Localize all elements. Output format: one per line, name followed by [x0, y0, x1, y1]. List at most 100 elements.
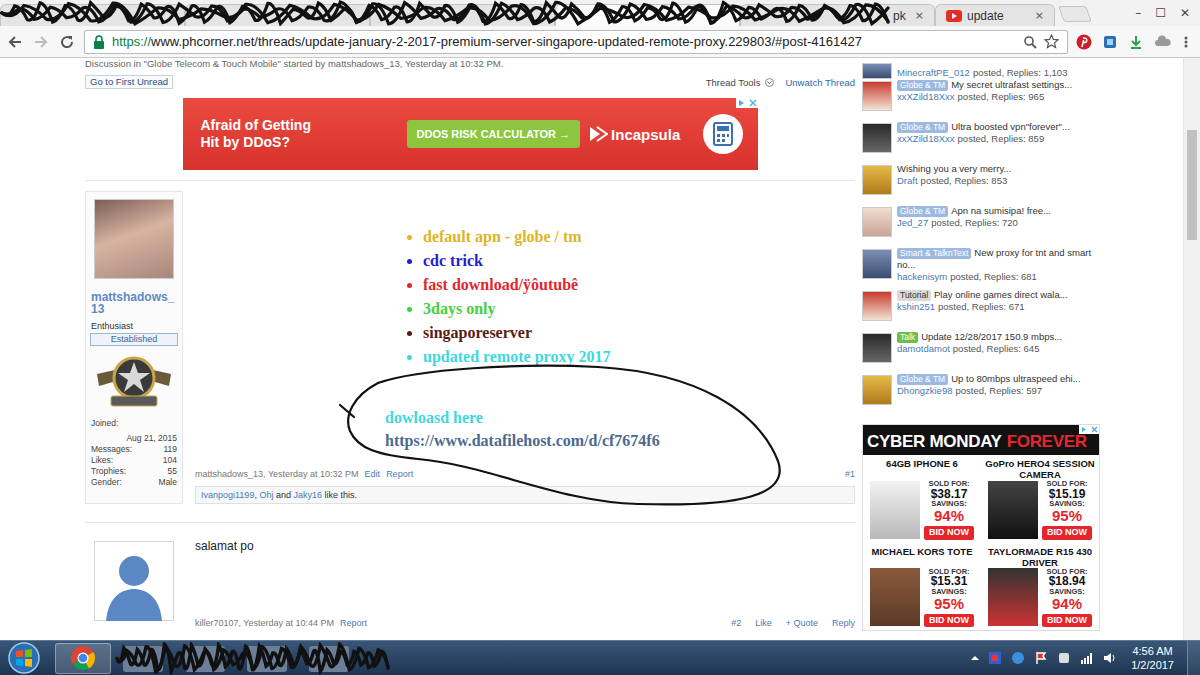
action-center-flag-icon[interactable]: [1033, 650, 1049, 666]
show-hidden-icons-icon[interactable]: [970, 653, 980, 663]
thread-title[interactable]: Wishing you a very merry...: [897, 163, 1100, 175]
unwatch-thread-link[interactable]: Unwatch Thread: [785, 77, 855, 88]
thread-author[interactable]: damotdamot: [897, 343, 950, 354]
thread-title[interactable]: Globe & TMUp to 80mbps ultraspeed ehi...: [897, 373, 1100, 385]
thread-item[interactable]: TutorialPlay online games direct wala...…: [862, 289, 1100, 331]
download-link[interactable]: https://www.datafilehost.com/d/cf7674f6: [385, 429, 660, 452]
post-number[interactable]: #2: [731, 617, 741, 629]
thread-title[interactable]: TutorialPlay online games direct wala...: [897, 289, 1100, 301]
adchoices-icon[interactable]: [1079, 425, 1099, 434]
product-card[interactable]: 64GB IPHONE 6SOLD FOR:$38.17SAVINGS:94%B…: [863, 455, 981, 543]
thread-title[interactable]: Globe & TMUltra boosted vpn"forever"...: [897, 121, 1100, 133]
thread-avatar[interactable]: [862, 249, 892, 279]
thread-item[interactable]: Globe & TMMy secret ultrafast settings..…: [862, 79, 1100, 121]
zoom-icon[interactable]: [1023, 35, 1037, 49]
thread-author[interactable]: Jed_27: [897, 217, 928, 228]
signal-icon[interactable]: [1079, 650, 1095, 666]
thread-avatar[interactable]: [862, 63, 892, 79]
tab-close-button[interactable]: ×: [915, 9, 924, 22]
post-number[interactable]: #1: [845, 468, 855, 480]
thread-title[interactable]: Globe & TMApn na sumisipa! free...: [897, 205, 1100, 217]
banner-button[interactable]: DDOS RISK CALCULATOR →: [407, 120, 581, 148]
bookmark-star-icon[interactable]: [1044, 34, 1059, 49]
new-tab-button[interactable]: [1058, 6, 1092, 22]
window-button[interactable]: ☐: [1155, 6, 1166, 20]
thread-avatar[interactable]: [862, 291, 892, 321]
thread-tools-menu[interactable]: Thread Tools: [706, 77, 761, 88]
liker-link[interactable]: Jaky16: [293, 490, 322, 500]
thread-item[interactable]: TalkUpdate 12/28/2017 150.9 mbps...damot…: [862, 331, 1100, 373]
tab-close-button[interactable]: ×: [1035, 9, 1044, 22]
thread-text: Globe & TMApn na sumisipa! free...Jed_27…: [897, 205, 1100, 229]
scrollbar[interactable]: [1183, 58, 1200, 640]
thread-avatar[interactable]: [862, 207, 892, 237]
extension-icon[interactable]: [1102, 34, 1118, 50]
thread-item[interactable]: Smart & TalknTextNew proxy for tnt and s…: [862, 247, 1100, 289]
reload-icon[interactable]: [58, 33, 76, 51]
window-button[interactable]: –: [1135, 6, 1141, 20]
post-action[interactable]: + Quote: [786, 617, 818, 629]
thread-author[interactable]: kshin251: [897, 301, 935, 312]
thread-item[interactable]: Globe & TMUp to 80mbps ultraspeed ehi...…: [862, 373, 1100, 415]
thread-author[interactable]: Dhongzkie98: [897, 385, 952, 396]
forward-arrow-icon[interactable]: [32, 33, 50, 51]
thread-item[interactable]: Globe & TMApn na sumisipa! free...Jed_27…: [862, 205, 1100, 247]
thread-item[interactable]: Globe & TMUltra boosted vpn"forever"...x…: [862, 121, 1100, 163]
avatar-photo[interactable]: [94, 199, 174, 279]
clock[interactable]: 4:56 AM1/2/2017: [1125, 644, 1180, 672]
app-tray-icon[interactable]: [1010, 650, 1026, 666]
app-tray-icon[interactable]: [1056, 650, 1072, 666]
thread-title[interactable]: TalkUpdate 12/28/2017 150.9 mbps...: [897, 331, 1100, 343]
product-card[interactable]: TAYLORMADE R15 430 DRIVERSOLD FOR:$18.94…: [981, 543, 1099, 631]
thread-title[interactable]: Globe & TMMy secret ultrafast settings..…: [897, 79, 1100, 91]
product-card[interactable]: GoPro HERO4 SESSION CAMERASOLD FOR:$15.1…: [981, 455, 1099, 543]
thread-avatar[interactable]: [862, 81, 892, 111]
windows-start-icon[interactable]: [5, 641, 43, 675]
thread-item[interactable]: Wishing you a very merry...Draftposted, …: [862, 163, 1100, 205]
sidebar-ad[interactable]: CYBER MONDAYFOREVER64GB IPHONE 6SOLD FOR…: [862, 424, 1100, 631]
thread-author[interactable]: MinecraftPE_012: [897, 67, 970, 78]
post-action[interactable]: Report: [340, 617, 367, 629]
dropdown-icon[interactable]: [765, 78, 774, 87]
liker-link[interactable]: Ohj: [259, 490, 273, 500]
thread-author[interactable]: xxXZild18Xxx: [897, 133, 955, 144]
post: mattshadows_13EnthusiastEstablishedJoine…: [85, 191, 855, 504]
taskbar-button[interactable]: [55, 643, 111, 674]
adchoices-icon[interactable]: [736, 98, 758, 108]
bid-button[interactable]: BID NOW: [1042, 526, 1092, 539]
thread-avatar[interactable]: [862, 165, 892, 195]
thread-author[interactable]: hackenisym: [897, 271, 947, 282]
menu-icon[interactable]: [1182, 34, 1190, 50]
banner-ad[interactable]: Afraid of Getting Hit by DDoS?DDOS RISK …: [183, 98, 758, 170]
liker-link[interactable]: Ivanpogi1199: [201, 490, 254, 500]
app-tray-icon[interactable]: [987, 650, 1003, 666]
post-action[interactable]: Report: [386, 468, 413, 480]
window-button[interactable]: ✕: [1180, 6, 1190, 20]
username[interactable]: mattshadows_13: [91, 291, 177, 315]
bid-button[interactable]: BID NOW: [924, 614, 974, 627]
volume-icon[interactable]: [1102, 650, 1118, 666]
scroll-thumb[interactable]: [1187, 130, 1197, 240]
post-action[interactable]: Reply: [832, 617, 855, 629]
thread-author[interactable]: xxXZild18Xxx: [897, 91, 955, 102]
bid-button[interactable]: BID NOW: [924, 526, 974, 539]
thread-item[interactable]: MinecraftPE_012posted, Replies: 1,103: [862, 59, 1100, 79]
download-icon[interactable]: [1128, 34, 1144, 50]
thread-avatar[interactable]: [862, 375, 892, 405]
back-arrow-icon[interactable]: [6, 33, 24, 51]
pinterest-icon[interactable]: [1076, 34, 1092, 50]
cloud-icon[interactable]: [1154, 34, 1172, 50]
browser-tab[interactable]: update×: [935, 4, 1055, 26]
post-action[interactable]: Edit: [365, 468, 381, 480]
bid-button[interactable]: BID NOW: [1042, 614, 1092, 627]
thread-author[interactable]: Draft: [897, 175, 918, 186]
thread-avatar[interactable]: [862, 333, 892, 363]
product-card[interactable]: MICHAEL KORS TOTESOLD FOR:$15.31SAVINGS:…: [863, 543, 981, 631]
thread-avatar[interactable]: [862, 123, 892, 153]
thread-title[interactable]: Smart & TalknTextNew proxy for tnt and s…: [897, 247, 1100, 271]
default-avatar-icon[interactable]: [94, 541, 174, 621]
first-unread-button[interactable]: Go to First Unread: [85, 75, 173, 89]
address-bar[interactable]: https://www.phcorner.net/threads/update-…: [84, 30, 1068, 54]
show-desktop-button[interactable]: [1187, 641, 1200, 675]
post-action[interactable]: Like: [755, 617, 772, 629]
